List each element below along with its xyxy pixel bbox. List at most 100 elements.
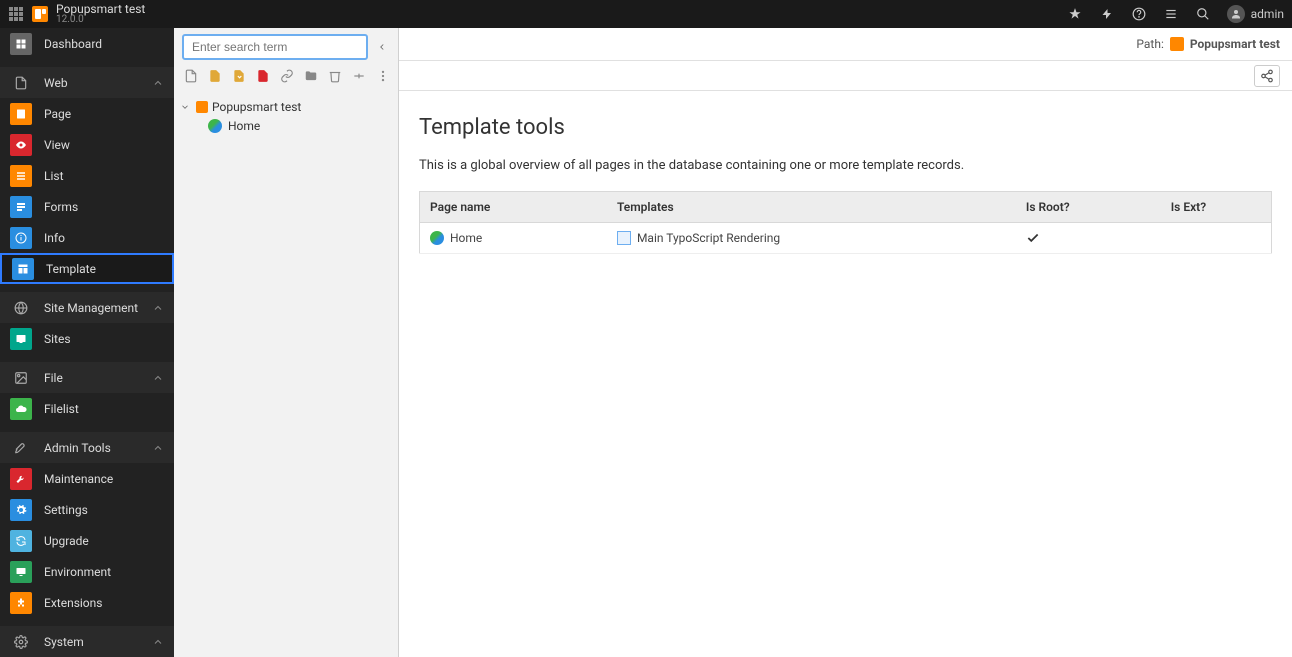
template-icon (12, 258, 34, 280)
module-menu: Dashboard Web Page View List Forms (0, 28, 174, 657)
chevron-up-icon (152, 442, 164, 454)
collapse-tree-icon[interactable] (374, 39, 390, 55)
tree-node-home[interactable]: Home (180, 116, 392, 136)
template-record-icon (617, 231, 631, 245)
list-icon (10, 165, 32, 187)
globe-icon (430, 231, 444, 245)
main-content: Path: Popupsmart test Template tools Thi… (399, 28, 1292, 657)
chevron-up-icon (152, 636, 164, 648)
sidebar-group-site-management[interactable]: Site Management (0, 292, 174, 323)
rocket-icon (10, 441, 32, 455)
forms-icon (10, 196, 32, 218)
more-icon[interactable] (376, 68, 390, 84)
row-template-name: Main TypoScript Rendering (637, 231, 780, 245)
sidebar-item-upgrade[interactable]: Upgrade (0, 525, 174, 556)
new-content-icon[interactable] (208, 68, 222, 84)
page-tree-panel: Popupsmart test Home (174, 28, 399, 657)
flash-icon[interactable] (1099, 6, 1115, 22)
sidebar-item-label: View (44, 138, 70, 152)
sidebar-item-label: Filelist (44, 402, 79, 416)
sidebar-group-admin-tools[interactable]: Admin Tools (0, 432, 174, 463)
globe-icon (10, 301, 32, 315)
import-icon[interactable] (232, 68, 246, 84)
tree-root[interactable]: Popupsmart test (180, 98, 392, 116)
sidebar-group-web[interactable]: Web (0, 67, 174, 98)
intro-text: This is a global overview of all pages i… (419, 158, 1272, 173)
sidebar-item-label: Extensions (44, 596, 102, 610)
sidebar-group-label: Site Management (44, 301, 138, 315)
topbar: Popupsmart test 12.0.0 admin (0, 0, 1292, 28)
sidebar-item-filelist[interactable]: Filelist (0, 393, 174, 424)
path-value: Popupsmart test (1190, 37, 1280, 51)
table-row[interactable]: Home Main TypoScript Rendering (420, 223, 1272, 254)
templates-table: Page name Templates Is Root? Is Ext? Hom… (419, 191, 1272, 254)
image-icon (10, 371, 32, 385)
sidebar-item-label: Sites (44, 332, 71, 346)
chevron-up-icon (152, 77, 164, 89)
folder-icon[interactable] (304, 68, 318, 84)
sidebar-item-template[interactable]: Template (0, 253, 174, 284)
sidebar-group-label: File (44, 371, 63, 385)
typo3-logo-icon (196, 101, 208, 113)
new-page-icon[interactable] (184, 68, 198, 84)
apps-icon[interactable] (8, 6, 24, 22)
plugin-icon (10, 592, 32, 614)
typo3-logo-icon (1170, 37, 1184, 51)
user-menu[interactable]: admin (1227, 5, 1284, 23)
sidebar-item-environment[interactable]: Environment (0, 556, 174, 587)
sidebar-item-label: Maintenance (44, 472, 113, 486)
sidebar-item-label: List (44, 169, 64, 183)
tree-node-label: Home (228, 119, 260, 133)
tree-root-label: Popupsmart test (212, 100, 301, 114)
sidebar-item-list[interactable]: List (0, 160, 174, 191)
page-icon (10, 103, 32, 125)
chevron-up-icon (152, 302, 164, 314)
sidebar-item-dashboard[interactable]: Dashboard (0, 28, 174, 59)
share-button[interactable] (1254, 65, 1280, 87)
typo3-logo-icon (32, 6, 48, 22)
sidebar-item-forms[interactable]: Forms (0, 191, 174, 222)
site-version: 12.0.0 (56, 15, 145, 25)
sidebar-item-settings[interactable]: Settings (0, 494, 174, 525)
sidebar-item-maintenance[interactable]: Maintenance (0, 463, 174, 494)
tree-search-input[interactable] (182, 34, 368, 60)
col-templates: Templates (607, 192, 1016, 223)
sidebar-item-label: Template (46, 262, 96, 276)
gear-icon (10, 499, 32, 521)
path-label: Path: (1136, 37, 1163, 51)
check-icon (1026, 231, 1151, 245)
sidebar-item-page[interactable]: Page (0, 98, 174, 129)
shortcut-page-icon[interactable] (256, 68, 270, 84)
wrench-icon (10, 468, 32, 490)
search-icon[interactable] (1195, 6, 1211, 22)
sidebar-group-label: System (44, 635, 84, 649)
sidebar-item-extensions[interactable]: Extensions (0, 587, 174, 618)
list-icon[interactable] (1163, 6, 1179, 22)
bookmark-icon[interactable] (1067, 6, 1083, 22)
chevron-down-icon[interactable] (180, 102, 192, 112)
globe-icon (208, 119, 222, 133)
gear-icon (10, 635, 32, 649)
sidebar-item-view[interactable]: View (0, 129, 174, 160)
tree-toolbar (174, 66, 398, 90)
sidebar-item-label: Info (44, 231, 65, 245)
sidebar-item-info[interactable]: Info (0, 222, 174, 253)
sidebar-group-label: Web (44, 76, 68, 90)
col-page-name: Page name (420, 192, 607, 223)
col-is-root: Is Root? (1016, 192, 1161, 223)
sidebar-item-label: Upgrade (44, 534, 89, 548)
help-icon[interactable] (1131, 6, 1147, 22)
file-icon (10, 76, 32, 90)
sidebar-group-system[interactable]: System (0, 626, 174, 657)
sidebar-item-label: Dashboard (44, 37, 102, 51)
chevron-up-icon (152, 372, 164, 384)
sidebar-group-file[interactable]: File (0, 362, 174, 393)
delete-icon[interactable] (328, 68, 342, 84)
dashboard-icon (10, 33, 32, 55)
link-icon[interactable] (280, 68, 294, 84)
divider-icon[interactable] (352, 68, 366, 84)
user-name: admin (1251, 7, 1284, 21)
sidebar-item-label: Forms (44, 200, 78, 214)
sidebar-item-sites[interactable]: Sites (0, 323, 174, 354)
monitor-icon (10, 561, 32, 583)
